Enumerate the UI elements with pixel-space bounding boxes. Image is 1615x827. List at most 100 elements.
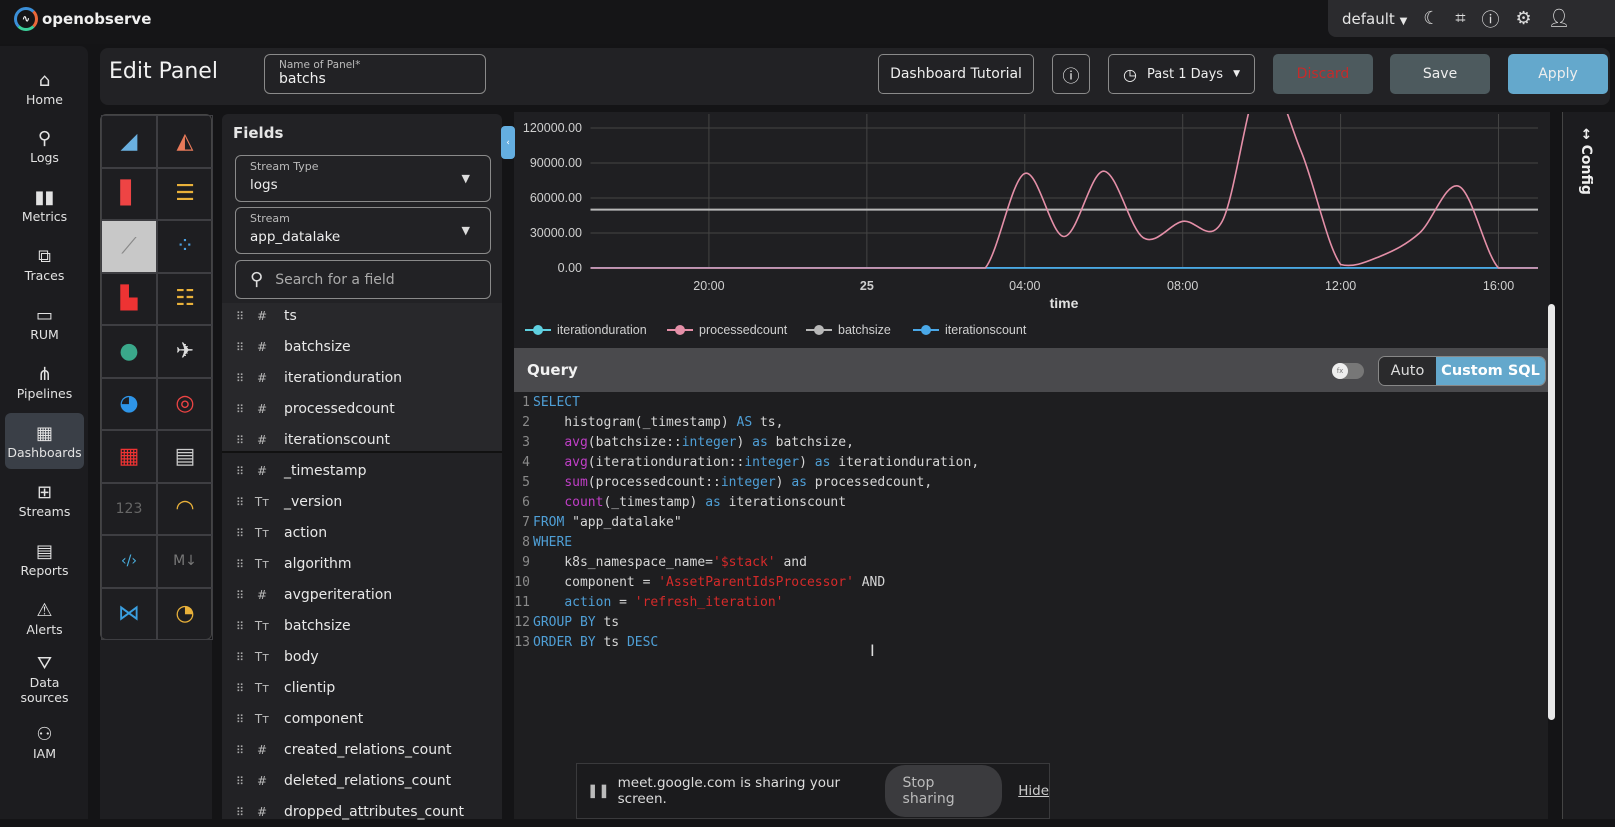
panel-name-input[interactable]: Name of Panel* batchs [264, 54, 486, 94]
sidebar-item-streams[interactable]: ⊞ Streams [5, 472, 84, 528]
chart-type-area[interactable]: ◢ [101, 115, 157, 168]
drag-handle-icon[interactable]: ⠿ [236, 434, 250, 447]
chart-type-html[interactable]: ‹/› [101, 535, 157, 588]
legend-item-iterationscount[interactable]: iterationscount [913, 323, 1027, 337]
hide-button[interactable]: Hide [1018, 783, 1049, 799]
drag-handle-icon[interactable]: ⠿ [236, 341, 250, 354]
legend-item-iterationduration[interactable]: iterationduration [525, 323, 647, 337]
slack-icon[interactable]: ⌗ [1455, 8, 1465, 29]
sidebar-item-traces[interactable]: ⧉ Traces [5, 236, 84, 292]
drag-handle-icon[interactable]: ⠿ [236, 403, 250, 416]
field-item[interactable]: ⠿ # created_relations_count [236, 735, 496, 765]
drag-handle-icon[interactable]: ⠿ [236, 713, 250, 726]
chart-type-stacked-bar[interactable]: ▙ [101, 272, 157, 325]
chart-type-pie[interactable]: ◕ [101, 377, 157, 430]
field-item[interactable]: ⠿ # batchsize [236, 332, 496, 362]
field-search-input[interactable]: ⚲ Search for a field [235, 260, 491, 299]
drag-handle-icon[interactable]: ⠿ [236, 620, 250, 633]
stream-type-select[interactable]: Stream Type logs ▼ [235, 155, 491, 202]
field-item[interactable]: ⠿ Tт algorithm [236, 549, 496, 579]
series-line-processedcount [590, 114, 1538, 269]
chart-type-custom-chart[interactable]: ◔ [157, 587, 213, 640]
field-item[interactable]: ⠿ # ts [236, 301, 496, 331]
chart-type-sankey[interactable]: ⋈ [101, 587, 157, 640]
chart-type-gauge[interactable]: ◠ [157, 482, 213, 535]
sidebar-item-reports[interactable]: ▤ Reports [5, 531, 84, 587]
org-selector[interactable]: default ▼ [1342, 10, 1407, 28]
drag-handle-icon[interactable]: ⠿ [236, 806, 250, 819]
field-item[interactable]: ⠿ # deleted_relations_count [236, 766, 496, 796]
discard-button[interactable]: Discard [1273, 54, 1373, 94]
sidebar-item-home[interactable]: ⌂ Home [5, 60, 84, 116]
apply-button[interactable]: Apply [1508, 54, 1608, 94]
drag-handle-icon[interactable]: ⠿ [236, 496, 250, 509]
user-icon[interactable]: 👤︎ [1548, 8, 1571, 29]
time-range-picker[interactable]: ◷ Past 1 Days ▼ [1108, 54, 1255, 94]
stop-sharing-button[interactable]: Stop sharing [884, 765, 1003, 817]
sidebar-item-pipelines[interactable]: ⋔ Pipelines [5, 354, 84, 410]
code-token: iterationscount [720, 495, 847, 510]
sidebar-item-iam[interactable]: ⚇ IAM [5, 714, 84, 770]
field-item[interactable]: ⠿ Tт clientip [236, 673, 496, 703]
chart-type-donut[interactable]: ◎ [157, 377, 213, 430]
dashboard-tutorial-button[interactable]: Dashboard Tutorial [878, 54, 1034, 94]
sidebar-item-alerts[interactable]: ⚠ Alerts [5, 590, 84, 646]
drag-handle-icon[interactable]: ⠿ [236, 651, 250, 664]
field-item[interactable]: ⠿ Tт _version [236, 487, 496, 517]
field-item[interactable]: ⠿ # iterationscount [236, 425, 496, 455]
line-number: 4 [522, 455, 530, 470]
help-icon[interactable]: ⓘ [1482, 6, 1500, 32]
info-button[interactable]: ⓘ [1052, 54, 1090, 94]
drag-handle-icon[interactable]: ⠿ [236, 465, 250, 478]
sidebar-item-rum[interactable]: ▭ RUM [5, 295, 84, 351]
field-item[interactable]: ⠿ Tт component [236, 704, 496, 734]
drag-handle-icon[interactable]: ⠿ [236, 589, 250, 602]
custom-sql-button[interactable]: Custom SQL [1436, 357, 1545, 385]
chart-type-bar[interactable]: ▋ [101, 167, 157, 220]
drag-handle-icon[interactable]: ⠿ [236, 527, 250, 540]
drag-handle-icon[interactable]: ⠿ [236, 558, 250, 571]
drag-handle-icon[interactable]: ⠿ [236, 372, 250, 385]
chart-type-geomap[interactable]: ● [101, 325, 157, 378]
legend-item-processedcount[interactable]: processedcount [667, 323, 788, 337]
field-item[interactable]: ⠿ Tт body [236, 642, 496, 672]
chart-type-maps[interactable]: ✈ [157, 325, 213, 378]
field-item[interactable]: ⠿ # dropped_attributes_count [236, 797, 496, 827]
drag-handle-icon[interactable]: ⠿ [236, 682, 250, 695]
field-item[interactable]: ⠿ Tт action [236, 518, 496, 548]
fx-toggle[interactable]: fx [1332, 363, 1364, 379]
chart-type-h-stacked-bar[interactable]: ☷ [157, 272, 213, 325]
chart-type-heatmap[interactable]: ▦ [101, 430, 157, 483]
field-item[interactable]: ⠿ # _timestamp [236, 456, 496, 486]
config-toggle[interactable]: ↔ Config [1578, 128, 1594, 195]
scrollbar[interactable] [1548, 304, 1555, 720]
legend-item-batchsize[interactable]: batchsize [806, 323, 891, 337]
chart-type-area-stacked[interactable]: ◭ [157, 115, 213, 168]
field-item[interactable]: ⠿ # avgperiteration [236, 580, 496, 610]
auto-mode-button[interactable]: Auto [1379, 357, 1436, 385]
chart-type-markdown[interactable]: M↓ [157, 535, 213, 588]
sidebar-item-logs[interactable]: ⚲ Logs [5, 118, 84, 174]
chart-type-line[interactable]: ⟋ [101, 220, 157, 273]
sidebar-item-dashboards[interactable]: ▦ Dashboards [5, 413, 84, 469]
drag-handle-icon[interactable]: ⠿ [236, 744, 250, 757]
sidebar-item-data-sources[interactable]: ⛛ Data sources [5, 646, 84, 712]
moon-icon[interactable]: ☾ [1423, 8, 1439, 29]
drag-handle-icon[interactable]: ⠿ [236, 775, 250, 788]
chart-type-scatter[interactable]: ⁘ [157, 220, 213, 273]
field-item[interactable]: ⠿ # iterationduration [236, 363, 496, 393]
sql-editor[interactable]: 1 SELECT 2 histogram(_timestamp) AS ts, 3 a… [514, 392, 1548, 819]
chart-type-table[interactable]: ▤ [157, 430, 213, 483]
chart-type-h-bar[interactable]: ☰ [157, 167, 213, 220]
logo[interactable]: ∿ openobserve [14, 7, 151, 31]
line-number: 13 [514, 635, 530, 650]
collapse-fields-button[interactable]: ‹ [501, 126, 515, 159]
save-button[interactable]: Save [1390, 54, 1490, 94]
field-item[interactable]: ⠿ Tт batchsize [236, 611, 496, 641]
drag-handle-icon[interactable]: ⠿ [236, 310, 250, 323]
stream-select[interactable]: Stream app_datalake ▼ [235, 207, 491, 254]
field-item[interactable]: ⠿ # processedcount [236, 394, 496, 424]
chart-type-metric[interactable]: 123 [101, 482, 157, 535]
settings-icon[interactable]: ⚙ [1516, 8, 1532, 29]
sidebar-item-metrics[interactable]: ▮▮ Metrics [5, 177, 84, 233]
